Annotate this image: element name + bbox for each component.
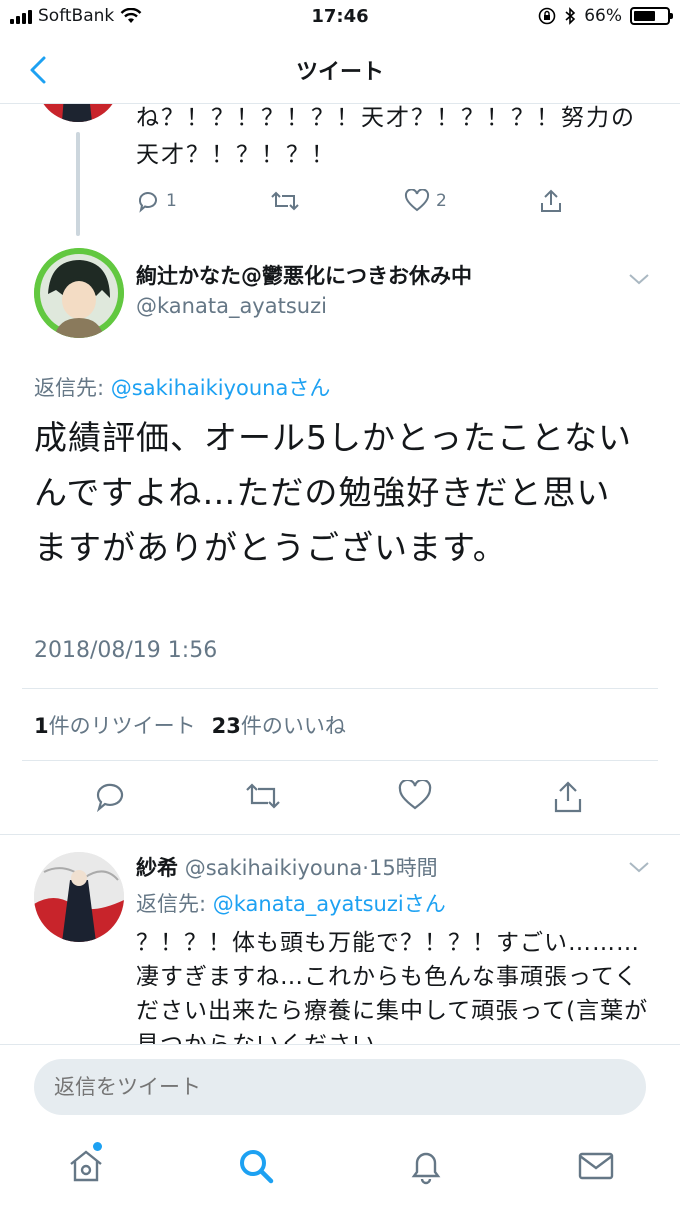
status-right: 66% (538, 6, 673, 26)
like-stats-label: 件のいいね (240, 714, 346, 738)
tweet-actions (0, 778, 680, 820)
reply-to-handle-link[interactable]: @sakihaikiyouna (111, 376, 289, 400)
nav-bar: ツイート (0, 36, 680, 104)
retweet-action[interactable] (270, 189, 300, 213)
reply-author-name[interactable]: 紗希 (136, 856, 178, 880)
retweet-button[interactable] (244, 780, 282, 816)
tweet-text: 成績評価、オール5しかとったことないんですよね…ただの勉強好きだと思いますがあり… (34, 418, 633, 567)
reply-tweet-text: ？！？！体も頭も万能で？！？！すごい………凄すぎますね…これからも色んな事頑張っ… (136, 930, 649, 1044)
reply-to-line: 返信先: @sakihaikiyounaさん (34, 372, 330, 402)
reply-action[interactable]: 1 (136, 189, 177, 213)
tab-search[interactable] (236, 1146, 276, 1186)
chevron-down-icon[interactable] (628, 272, 650, 286)
mail-icon (578, 1152, 614, 1180)
tweet-timestamp: 2018/08/19 1:56 (34, 638, 218, 663)
reply-input[interactable] (34, 1059, 646, 1115)
author-handle[interactable]: @kanata_ayatsuzi (136, 294, 327, 318)
author-avatar[interactable] (34, 248, 124, 338)
reply-to-handle-link[interactable]: @kanata_ayatsuzi (213, 892, 404, 916)
page-title: ツイート (295, 60, 384, 85)
tab-bar (0, 1128, 680, 1209)
meta-separator: · (362, 856, 369, 880)
status-bar: SoftBank 17:46 66% (0, 0, 680, 36)
tweet-thread: ね？！？！？！？！天才？！？！？！努力の天才？！？！？！ 1 2 絢辻かなた@鬱… (0, 104, 680, 1044)
reply-to-prefix: 返信先: (136, 892, 213, 916)
reply-icon (96, 783, 124, 813)
author-display-name[interactable]: 絢辻かなた@鬱悪化につきお休み中 (136, 260, 472, 290)
reply-to-prefix: 返信先: (34, 376, 111, 400)
retweet-stats[interactable]: 1件のリツイート (34, 710, 196, 740)
battery-percent: 66% (584, 6, 622, 26)
reply-to-suffix: さん (403, 892, 446, 916)
reply-to-line: 返信先: @kanata_ayatsuziさん (136, 888, 446, 918)
share-action[interactable] (538, 188, 564, 214)
notification-dot (93, 1142, 102, 1151)
like-action[interactable]: 2 (404, 189, 447, 213)
heart-icon (404, 189, 430, 212)
tab-home[interactable] (66, 1142, 106, 1186)
search-icon (240, 1150, 274, 1184)
divider (22, 688, 658, 689)
bluetooth-icon (565, 7, 576, 25)
reply-header: 紗希 @sakihaikiyouna·15時間 (136, 852, 438, 882)
previous-tweet-actions: 1 2 (136, 188, 576, 214)
reply-button[interactable] (94, 780, 126, 816)
engagement-stats: 1件のリツイート 23件のいいね (34, 710, 346, 740)
previous-tweet-text: ね？！？！？！？！天才？！？！？！努力の天才？！？！？！ (136, 105, 636, 168)
reply-author-handle[interactable]: @sakihaikiyouna (185, 856, 363, 880)
thread-line (76, 132, 80, 236)
chevron-down-icon[interactable] (628, 860, 650, 874)
home-icon (70, 1150, 102, 1182)
share-icon (554, 781, 582, 813)
retweet-total: 1 (34, 714, 49, 738)
retweet-icon (271, 191, 299, 211)
like-stats[interactable]: 23件のいいね (212, 710, 346, 740)
previous-tweet-avatar[interactable] (36, 104, 120, 122)
reply-time-ago: 15時間 (368, 856, 438, 880)
tab-notifications[interactable] (406, 1146, 446, 1186)
divider (22, 760, 658, 761)
retweet-icon (246, 783, 280, 809)
divider (0, 834, 680, 835)
reply-to-suffix: さん (288, 376, 331, 400)
bell-icon (411, 1152, 441, 1185)
heart-icon (398, 778, 432, 810)
battery-icon (630, 7, 673, 25)
retweet-stats-label: 件のリツイート (48, 714, 196, 738)
tab-messages[interactable] (576, 1146, 616, 1186)
like-count: 2 (436, 191, 447, 211)
reply-icon (138, 192, 157, 213)
like-total: 23 (211, 714, 241, 738)
like-button[interactable] (398, 778, 432, 816)
share-button[interactable] (552, 780, 584, 818)
reply-count: 1 (166, 191, 177, 211)
compose-reply-bar (0, 1044, 680, 1128)
orientation-lock-icon (538, 7, 556, 25)
share-icon (541, 189, 561, 212)
reply-author-avatar[interactable] (34, 852, 124, 942)
